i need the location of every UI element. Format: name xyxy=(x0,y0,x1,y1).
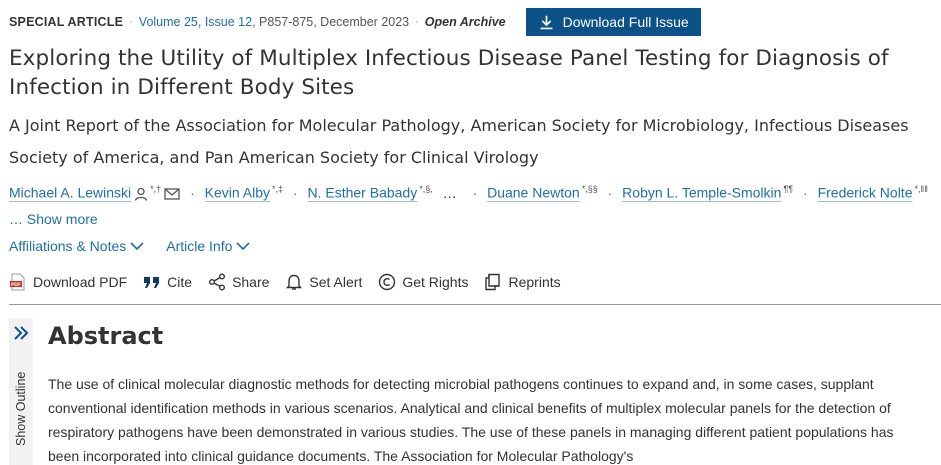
author-separator: · xyxy=(472,184,478,201)
pdf-icon: PDF xyxy=(10,273,25,291)
article-meta: SPECIAL ARTICLE · Volume 25, Issue 12 , … xyxy=(9,8,941,36)
article-page: SPECIAL ARTICLE · Volume 25, Issue 12 , … xyxy=(0,0,941,465)
set-alert-button[interactable]: Set Alert xyxy=(285,270,362,294)
download-pdf-label: Download PDF xyxy=(33,274,128,290)
download-pdf-button[interactable]: PDF Download PDF xyxy=(9,270,127,294)
cite-button[interactable]: Cite xyxy=(143,270,192,294)
author-affiliation-marks: *,‖‖ xyxy=(914,184,928,194)
bell-icon xyxy=(286,274,303,290)
article-info-toggle[interactable]: Article Info xyxy=(166,234,250,258)
author-link[interactable]: Michael A. Lewinski xyxy=(9,185,131,201)
set-alert-label: Set Alert xyxy=(309,274,363,290)
reprints-button[interactable]: Reprints xyxy=(484,270,561,294)
download-icon xyxy=(540,15,553,29)
author-affiliation-marks: *,‡ xyxy=(272,184,284,194)
author-list: Michael A. Lewinski *,† · Kevin Alby *,‡ ·… xyxy=(9,176,934,232)
authors-ellipsis: … xyxy=(442,184,457,201)
author-affiliation-marks: *,§, xyxy=(419,184,433,194)
author-affiliation-marks: *,† xyxy=(150,184,162,194)
author-separator: · xyxy=(190,184,195,201)
show-more-authors-link[interactable]: … Show more xyxy=(9,211,98,227)
download-full-issue-label: Download Full Issue xyxy=(562,14,689,30)
person-icon[interactable] xyxy=(134,187,148,201)
cite-label: Cite xyxy=(167,274,193,290)
author-link[interactable]: N. Esther Babady xyxy=(307,185,417,201)
author-link[interactable]: Frederick Nolte xyxy=(818,185,913,201)
chevron-down-icon xyxy=(130,242,144,251)
get-rights-button[interactable]: Get Rights xyxy=(378,270,468,294)
author-separator: · xyxy=(607,184,613,201)
download-full-issue-button[interactable]: Download Full Issue xyxy=(525,8,701,36)
meta-separator: · xyxy=(129,16,133,28)
article-subtitle: A Joint Report of the Association for Mo… xyxy=(9,116,909,167)
share-button[interactable]: Share xyxy=(208,270,269,294)
reprints-label: Reprints xyxy=(508,274,561,290)
section-divider xyxy=(9,304,941,305)
author-affiliation-marks: ¶¶ xyxy=(783,184,794,194)
svg-text:PDF: PDF xyxy=(11,282,21,288)
share-label: Share xyxy=(232,274,270,290)
quote-icon xyxy=(144,277,160,288)
abstract-heading: Abstract xyxy=(48,322,164,350)
author-link[interactable]: Duane Newton xyxy=(487,185,580,201)
email-icon[interactable] xyxy=(164,188,180,200)
abstract-text: The use of clinical molecular diagnostic… xyxy=(48,376,894,464)
affiliations-notes-toggle[interactable]: Affiliations & Notes xyxy=(9,234,144,258)
get-rights-label: Get Rights xyxy=(402,274,469,290)
volume-issue-link[interactable]: Volume 25, Issue 12 xyxy=(139,15,252,29)
double-chevron-right-icon xyxy=(14,326,29,340)
access-badge: Open Archive xyxy=(424,15,506,29)
article-title: Exploring the Utility of Multiplex Infec… xyxy=(9,46,889,100)
chevron-down-icon xyxy=(236,242,250,251)
article-info-label: Article Info xyxy=(166,238,233,254)
meta-separator: · xyxy=(415,16,419,28)
affiliations-notes-label: Affiliations & Notes xyxy=(9,238,127,254)
show-outline-label: Show Outline xyxy=(14,371,28,446)
author-affiliation-marks: *,§§ xyxy=(581,184,598,194)
copyright-icon xyxy=(379,273,396,291)
author-separator: · xyxy=(803,184,808,201)
share-icon xyxy=(209,273,226,291)
reprints-icon xyxy=(485,273,501,291)
article-tools: PDF Download PDF Cite Share Set Alert Ge… xyxy=(9,270,561,294)
author-link[interactable]: Kevin Alby xyxy=(205,185,270,201)
author-separator: · xyxy=(292,184,298,201)
article-type: SPECIAL ARTICLE xyxy=(9,15,124,29)
pages-date: , P857-875, December 2023 xyxy=(252,15,410,29)
article-info-row: Affiliations & Notes Article Info xyxy=(9,234,250,258)
author-link[interactable]: Robyn L. Temple-Smolkin xyxy=(622,185,781,201)
